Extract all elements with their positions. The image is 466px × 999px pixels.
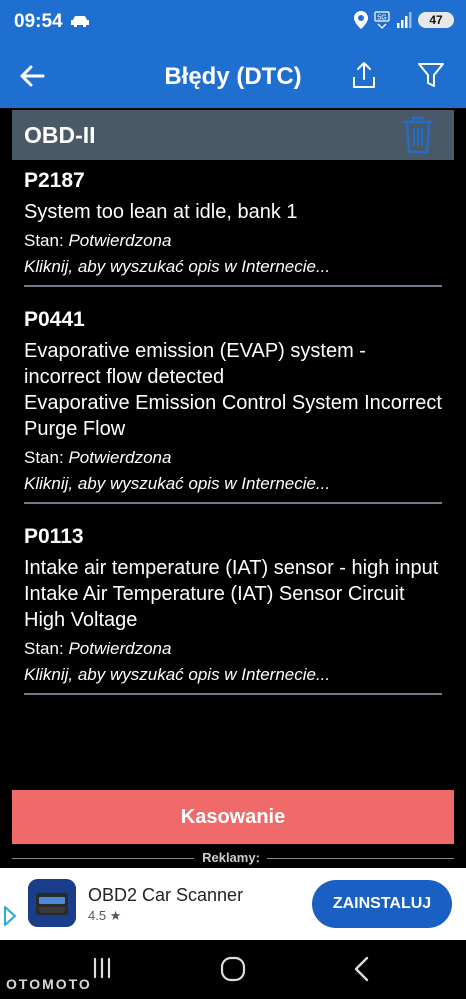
dtc-description: Intake air temperature (IAT) sensor - hi…: [24, 557, 439, 631]
dtc-status: Stan: Potwierdzona: [24, 637, 442, 661]
location-icon: [354, 11, 368, 29]
dtc-status: Stan: Potwierdzona: [24, 446, 442, 470]
signal-icon: [397, 12, 412, 28]
filter-icon[interactable]: [416, 60, 446, 90]
app-bar: Błędy (DTC): [0, 44, 466, 108]
dtc-search-link[interactable]: Kliknij, aby wyszukać opis w Internecie.…: [24, 255, 442, 285]
dtc-status: Stan: Potwierdzona: [24, 229, 442, 253]
clear-codes-button[interactable]: Kasowanie: [12, 790, 454, 844]
car-icon: [71, 16, 89, 27]
install-button[interactable]: ZAINSTALUJ: [312, 880, 452, 928]
ad-rating: 4.5 ★: [88, 908, 121, 924]
dtc-search-link[interactable]: Kliknij, aby wyszukać opis w Internecie.…: [24, 472, 442, 502]
trash-icon[interactable]: [400, 115, 436, 155]
page-title: Błędy (DTC): [164, 63, 302, 90]
ad-app-name[interactable]: OBD2 Car Scanner: [88, 885, 243, 906]
ad-rating-value: 4.5: [88, 908, 107, 923]
battery-level: 47: [429, 13, 443, 27]
dtc-list: P2187 System too lean at idle, bank 1 St…: [24, 168, 442, 715]
dtc-item[interactable]: P0441 Evaporative emission (EVAP) system…: [24, 307, 442, 504]
dtc-item[interactable]: P0113 Intake air temperature (IAT) senso…: [24, 524, 442, 695]
dtc-status-label: Stan:: [24, 231, 64, 250]
dtc-code: P0113: [24, 525, 84, 548]
adchoices-icon[interactable]: [2, 904, 18, 928]
section-header: OBD-II: [12, 110, 454, 160]
section-title: OBD-II: [24, 122, 96, 148]
dtc-status-value: Potwierdzona: [68, 639, 172, 658]
ads-label: Reklamy:: [202, 850, 260, 865]
share-icon[interactable]: [350, 60, 378, 90]
status-bar: 09:54 5G 47: [0, 0, 466, 44]
watermark: OTOMOTO: [6, 976, 92, 992]
svg-text:5G: 5G: [377, 15, 386, 22]
battery-icon: 47: [418, 12, 454, 28]
ads-divider: Reklamy:: [12, 850, 454, 866]
ad-app-icon[interactable]: [28, 879, 76, 927]
dtc-status-label: Stan:: [24, 639, 64, 658]
recent-apps-icon[interactable]: [90, 956, 114, 980]
status-right: 5G 47: [354, 11, 454, 29]
divider-line: [267, 858, 454, 859]
dtc-status-label: Stan:: [24, 448, 64, 467]
dtc-description: Evaporative emission (EVAP) system - inc…: [24, 340, 442, 440]
star-icon: ★: [109, 908, 122, 923]
5g-icon: 5G: [374, 11, 390, 29]
dtc-item[interactable]: P2187 System too lean at idle, bank 1 St…: [24, 168, 442, 287]
dtc-code: P0441: [24, 308, 85, 331]
status-time: 09:54: [14, 11, 63, 32]
dtc-search-link[interactable]: Kliknij, aby wyszukać opis w Internecie.…: [24, 663, 442, 693]
home-icon[interactable]: [220, 956, 246, 982]
divider-line: [12, 858, 194, 859]
dtc-description: System too lean at idle, bank 1: [24, 201, 298, 223]
dtc-status-value: Potwierdzona: [68, 231, 172, 250]
nav-back-icon[interactable]: [352, 956, 372, 982]
dtc-status-value: Potwierdzona: [68, 448, 172, 467]
ad-banner[interactable]: OBD2 Car Scanner 4.5 ★ ZAINSTALUJ: [0, 868, 466, 940]
dtc-code: P2187: [24, 169, 85, 192]
